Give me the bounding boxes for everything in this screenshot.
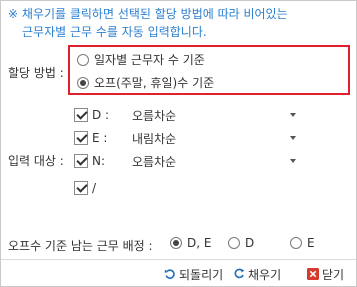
- order-select-value: 내림차순: [132, 131, 177, 146]
- close-icon: [307, 268, 319, 280]
- target-d-order-select[interactable]: 오름차순: [128, 105, 302, 125]
- notice-text: ※ 채우기를 클릭하면 선택된 할당 방법에 따라 비어있는 근무자별 근무 수…: [8, 5, 348, 41]
- target-row-e: E : 내림차순: [74, 128, 296, 148]
- fill-button[interactable]: 채우기: [233, 264, 281, 284]
- remaining-option-label: E: [307, 236, 315, 250]
- allocation-option-by-date[interactable]: 일자별 근무자 수 기준: [77, 51, 205, 68]
- target-code: D :: [92, 108, 110, 122]
- target-n-checkbox[interactable]: [74, 154, 88, 168]
- radio-icon: [228, 237, 240, 249]
- remaining-option-d[interactable]: D: [228, 236, 254, 250]
- refresh-icon: [234, 268, 245, 279]
- reset-button-label: 되돌리기: [179, 267, 224, 282]
- chevron-down-icon: [290, 159, 296, 163]
- target-code: E :: [92, 131, 108, 145]
- footer-divider: [1, 259, 356, 260]
- notice-line-1: ※ 채우기를 클릭하면 선택된 할당 방법에 따라 비어있는: [8, 7, 288, 21]
- notice-line-2: 근무자별 근무 수를 자동 입력합니다.: [22, 25, 207, 39]
- fill-settings-dialog: ※ 채우기를 클릭하면 선택된 할당 방법에 따라 비어있는 근무자별 근무 수…: [0, 0, 357, 287]
- allocation-method-label: 할당 방법 :: [8, 66, 64, 80]
- fill-button-label: 채우기: [248, 267, 282, 282]
- radio-selected-icon: [77, 76, 89, 89]
- target-e-order-select[interactable]: 내림차순: [128, 128, 302, 148]
- order-select-value: 오름차순: [132, 108, 177, 123]
- chevron-down-icon: [290, 136, 296, 140]
- radio-icon: [290, 237, 302, 249]
- target-row-d: D : 오름차순: [74, 105, 296, 125]
- allocation-option-by-off[interactable]: 오프(주말, 휴일)수 기준: [77, 74, 214, 91]
- radio-selected-icon: [170, 237, 182, 249]
- undo-icon: [164, 269, 175, 279]
- order-select-value: 오름차순: [132, 154, 177, 169]
- remaining-assignment-label: 오프수 기준 남는 근무 배정 :: [8, 239, 153, 253]
- target-code: /: [92, 181, 97, 195]
- allocation-option-label: 일자별 근무자 수 기준: [94, 53, 205, 67]
- close-button-label: 닫기: [322, 267, 345, 282]
- target-row-n: N: 오름차순: [74, 151, 296, 171]
- target-n-order-select[interactable]: 오름차순: [128, 151, 302, 171]
- target-code: N:: [92, 154, 106, 168]
- remaining-option-label: D: [245, 236, 255, 250]
- target-e-checkbox[interactable]: [74, 131, 88, 145]
- remaining-option-d-e[interactable]: D, E: [170, 236, 211, 250]
- target-off-checkbox[interactable]: [74, 181, 88, 195]
- close-button[interactable]: 닫기: [307, 264, 344, 284]
- allocation-option-label: 오프(주말, 휴일)수 기준: [94, 76, 215, 90]
- target-row-off: /: [74, 178, 124, 198]
- remaining-option-e[interactable]: E: [290, 236, 315, 250]
- reset-button[interactable]: 되돌리기: [164, 264, 223, 284]
- target-d-checkbox[interactable]: [74, 108, 88, 122]
- remaining-option-label: D, E: [187, 236, 212, 250]
- chevron-down-icon: [290, 113, 296, 117]
- radio-icon: [77, 53, 89, 66]
- input-target-label: 입력 대상 :: [8, 154, 64, 168]
